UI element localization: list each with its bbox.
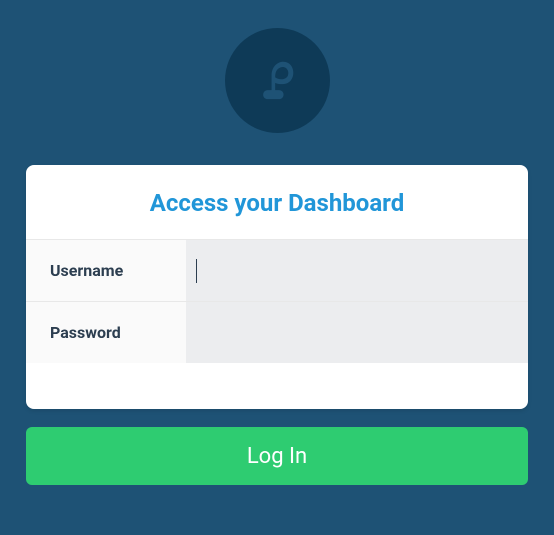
login-card: Access your Dashboard Username Password bbox=[26, 165, 528, 409]
username-input-wrap bbox=[186, 240, 528, 301]
login-button[interactable]: Log In bbox=[26, 427, 528, 485]
brand-logo bbox=[225, 28, 330, 133]
password-input[interactable] bbox=[186, 302, 528, 363]
username-row: Username bbox=[26, 239, 528, 301]
password-input-wrap bbox=[186, 302, 528, 363]
password-label: Password bbox=[26, 302, 186, 363]
username-input[interactable] bbox=[197, 240, 528, 301]
card-spacer bbox=[26, 363, 528, 409]
password-row: Password bbox=[26, 301, 528, 363]
loop-icon bbox=[248, 52, 306, 110]
card-title: Access your Dashboard bbox=[26, 165, 528, 239]
username-label: Username bbox=[26, 240, 186, 301]
